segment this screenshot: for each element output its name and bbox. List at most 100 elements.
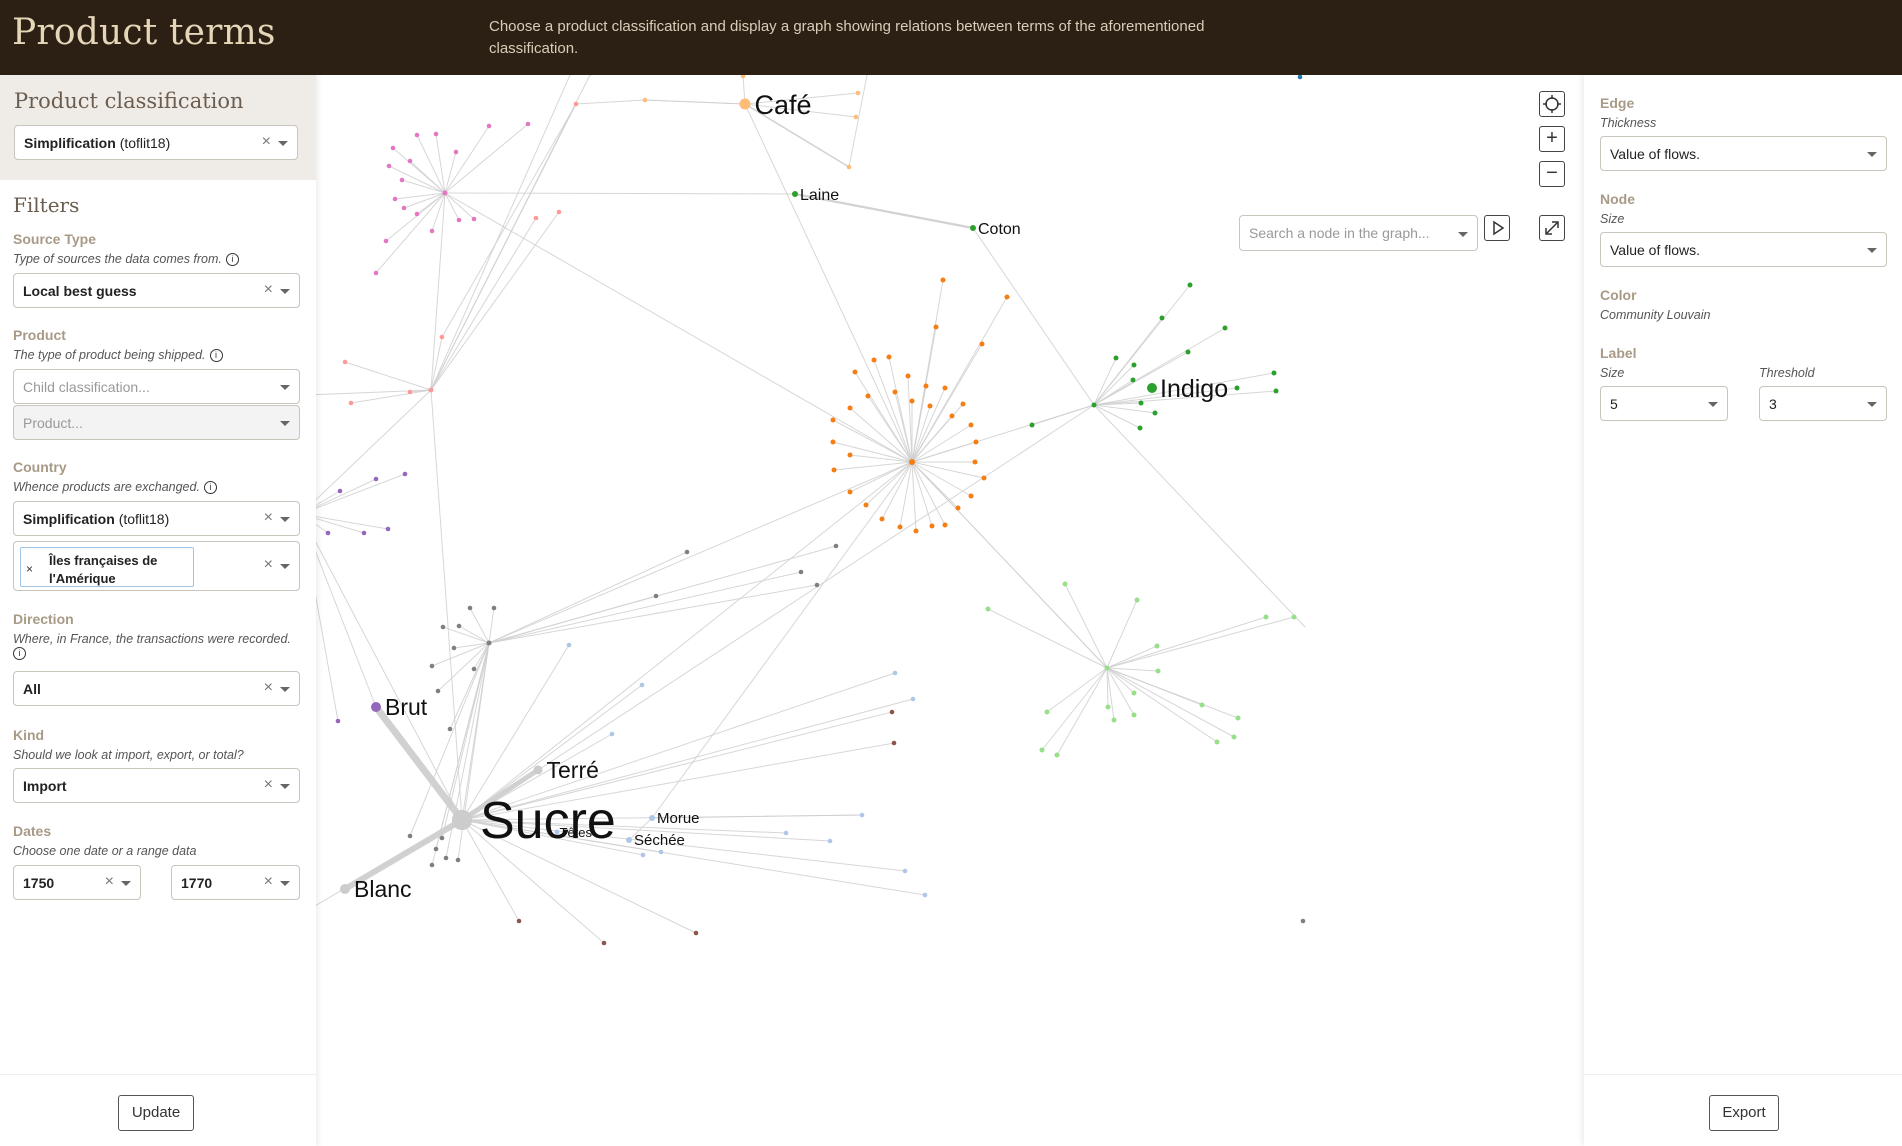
lightgreen-leaf-node[interactable] <box>1111 717 1117 723</box>
salmon-leaf-node[interactable] <box>348 400 354 406</box>
clear-icon[interactable]: × <box>264 281 273 299</box>
orange-leaf-node[interactable] <box>847 489 853 495</box>
purple-leaf-node[interactable] <box>361 530 367 536</box>
pink-leaf-node[interactable] <box>414 211 420 217</box>
lightgreen-leaf-node[interactable] <box>1131 690 1137 696</box>
orange-leaf-node[interactable] <box>960 401 966 407</box>
salmon-leaf-node[interactable] <box>439 334 445 340</box>
gray-leaf-node[interactable] <box>455 857 461 863</box>
orange-leaf-node[interactable] <box>847 405 853 411</box>
orange-leaf-node[interactable] <box>892 389 898 395</box>
orange-leaf-node[interactable] <box>981 475 987 481</box>
edge-thickness-select[interactable]: Value of flows. <box>1600 136 1887 171</box>
chevron-down-icon[interactable] <box>121 881 131 886</box>
pink-leaf-node[interactable] <box>373 270 379 276</box>
node-sechee[interactable] <box>626 837 632 843</box>
gray-leaf-node[interactable] <box>451 645 457 651</box>
node-cafe[interactable] <box>739 98 751 110</box>
pink-hub-node[interactable] <box>442 190 448 196</box>
lightblue-leaf-node[interactable] <box>827 838 833 844</box>
green-leaf-node[interactable] <box>1137 425 1143 431</box>
node-sucre[interactable] <box>452 810 472 830</box>
lightgreen-leaf-node[interactable] <box>1039 747 1045 753</box>
green-leaf-node[interactable] <box>1131 362 1137 368</box>
salmon-leaf-node[interactable] <box>533 215 539 221</box>
gray-leaf-node[interactable] <box>435 688 441 694</box>
lightblue-leaf-node[interactable] <box>922 892 928 898</box>
pink-leaf-node[interactable] <box>401 205 407 211</box>
child-classification-select[interactable]: Child classification... <box>13 369 300 404</box>
lightblue-leaf-node[interactable] <box>640 852 646 858</box>
purple-leaf-node[interactable] <box>325 530 331 536</box>
orange-leaf-node[interactable] <box>927 403 933 409</box>
source-type-select[interactable]: Local best guess × <box>13 273 300 308</box>
play-layout-button[interactable] <box>1484 215 1510 241</box>
chevron-down-icon[interactable] <box>1867 152 1877 157</box>
date-from-select[interactable]: 1750 × <box>13 865 141 900</box>
orange-leaf-node[interactable] <box>968 493 974 499</box>
green-leaf-node[interactable] <box>1159 315 1165 321</box>
orange-leaf-node[interactable] <box>929 523 935 529</box>
lightblue-leaf-node[interactable] <box>783 830 789 836</box>
lgreen-hub-node[interactable] <box>1104 665 1110 671</box>
orange-leaf-node[interactable] <box>972 459 978 465</box>
clear-icon[interactable]: × <box>264 776 273 794</box>
date-to-select[interactable]: 1770 × <box>171 865 300 900</box>
salmon-leaf-node[interactable] <box>342 359 348 365</box>
node-coton[interactable] <box>970 225 976 231</box>
brown-leaf-node[interactable] <box>889 709 895 715</box>
gray-leaf-node[interactable] <box>653 593 659 599</box>
gray-leaf-node[interactable] <box>684 549 690 555</box>
node-search-select[interactable]: Search a node in the graph... <box>1239 215 1478 251</box>
peach-leaf-node[interactable] <box>642 97 648 103</box>
purple-leaf-node[interactable] <box>385 526 391 532</box>
pink-leaf-node[interactable] <box>525 121 531 127</box>
gray-leaf-node[interactable] <box>407 833 413 839</box>
gray-leaf-node[interactable] <box>429 862 435 868</box>
green-leaf-node[interactable] <box>1273 388 1279 394</box>
lightblue-leaf-node[interactable] <box>566 642 572 648</box>
orange-leaf-node[interactable] <box>973 439 979 445</box>
pink-leaf-node[interactable] <box>486 123 492 129</box>
node-terre[interactable] <box>533 765 543 775</box>
lightgreen-leaf-node[interactable] <box>1155 668 1161 674</box>
lightgreen-leaf-node[interactable] <box>985 606 991 612</box>
orange-leaf-node[interactable] <box>949 413 955 419</box>
lightgreen-leaf-node[interactable] <box>1199 702 1205 708</box>
classification-select[interactable]: Simplification (toflit18) × <box>14 125 298 160</box>
remove-tag-icon[interactable]: × <box>26 562 33 576</box>
info-icon[interactable]: i <box>225 253 239 266</box>
orange-leaf-node[interactable] <box>879 516 885 522</box>
lightblue-leaf-node[interactable] <box>609 731 615 737</box>
stray-node[interactable] <box>1300 918 1306 924</box>
fullscreen-button[interactable] <box>1539 215 1565 241</box>
orange-leaf-node[interactable] <box>1004 294 1010 300</box>
node-size-select[interactable]: Value of flows. <box>1600 232 1887 267</box>
orange-leaf-node[interactable] <box>871 357 877 363</box>
chevron-down-icon[interactable] <box>280 289 290 294</box>
pink-leaf-node[interactable] <box>429 228 435 234</box>
green-leaf-node[interactable] <box>1113 355 1119 361</box>
chevron-down-icon[interactable] <box>280 385 290 390</box>
purple-leaf-node[interactable] <box>337 488 343 494</box>
chevron-down-icon[interactable] <box>1458 232 1468 237</box>
clear-icon[interactable]: × <box>264 873 273 891</box>
peach-leaf-node[interactable] <box>855 90 861 96</box>
pink-leaf-node[interactable] <box>392 196 398 202</box>
gray-leaf-node[interactable] <box>456 623 462 629</box>
clear-icon[interactable]: × <box>264 679 273 697</box>
lightgreen-leaf-node[interactable] <box>1235 715 1241 721</box>
direction-select[interactable]: All × <box>13 671 300 706</box>
orange-leaf-node[interactable] <box>913 528 919 534</box>
pink-leaf-node[interactable] <box>453 149 459 155</box>
chevron-down-icon[interactable] <box>280 517 290 522</box>
pink-leaf-node[interactable] <box>399 177 405 183</box>
lightgreen-leaf-node[interactable] <box>1044 709 1050 715</box>
orange-leaf-node[interactable] <box>831 467 837 473</box>
lightgreen-leaf-node[interactable] <box>1134 597 1140 603</box>
brown-leaf-node[interactable] <box>601 940 607 946</box>
node-brut[interactable] <box>371 702 381 712</box>
lightblue-leaf-node[interactable] <box>910 696 916 702</box>
green-leaf-node[interactable] <box>1185 349 1191 355</box>
brown-leaf-node[interactable] <box>891 740 897 746</box>
